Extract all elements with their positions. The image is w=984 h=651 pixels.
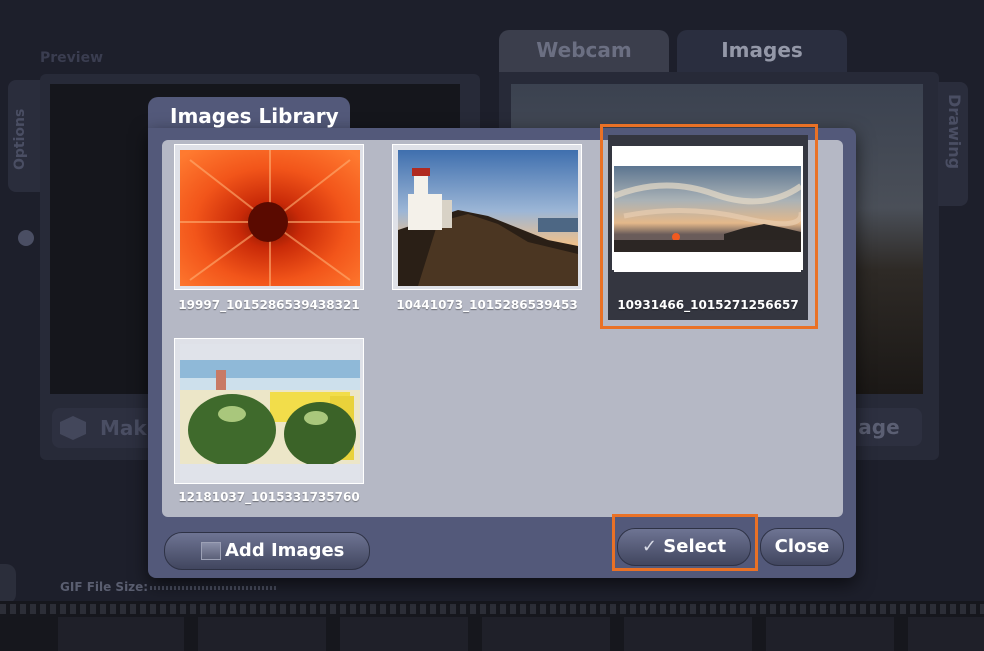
make-button-label: Mak: [100, 416, 147, 440]
image-filename: 10931466_1015271256657: [617, 298, 799, 312]
image-filename: 19997_1015286539438321: [178, 298, 360, 312]
filmstrip-holes: [0, 604, 984, 614]
coconuts-photo-icon: [180, 344, 360, 480]
image-thumbnail[interactable]: [174, 338, 364, 484]
tab-webcam[interactable]: Webcam: [499, 30, 669, 74]
gif-size-label: GIF File Size:: [60, 580, 149, 594]
add-images-label: Add Images: [225, 540, 345, 561]
film-frame[interactable]: [624, 617, 752, 651]
select-highlight: [612, 514, 758, 571]
image-filename: 12181037_1015331735760: [178, 490, 360, 504]
options-tab-label: Options: [12, 108, 28, 170]
film-frame[interactable]: [198, 617, 326, 651]
image-thumbnail[interactable]: [392, 144, 582, 290]
film-frame[interactable]: [58, 617, 184, 651]
cube-icon: [60, 416, 86, 440]
tab-images[interactable]: Images: [677, 30, 847, 74]
preview-label: Preview: [40, 50, 104, 66]
add-images-button[interactable]: Add Images: [164, 532, 370, 570]
film-frame[interactable]: [340, 617, 468, 651]
image-icon: [201, 542, 221, 560]
image-thumbnail[interactable]: [174, 144, 364, 290]
film-frame[interactable]: [908, 617, 984, 651]
gear-icon: [18, 230, 34, 246]
gif-size-meter: [150, 586, 276, 590]
options-tab[interactable]: Options: [8, 80, 40, 246]
lighthouse-photo-icon: [398, 150, 578, 286]
close-button[interactable]: Close: [760, 528, 844, 566]
dialog-title: Images Library: [170, 104, 339, 128]
drawing-tab[interactable]: Drawing: [938, 82, 968, 206]
flower-photo-icon: [180, 150, 360, 286]
drawing-tab-label: Drawing: [945, 94, 964, 170]
film-frame[interactable]: [482, 617, 610, 651]
film-frame[interactable]: [766, 617, 894, 651]
side-handle[interactable]: [0, 564, 16, 604]
image-filename: 10441073_1015286539453: [396, 298, 578, 312]
